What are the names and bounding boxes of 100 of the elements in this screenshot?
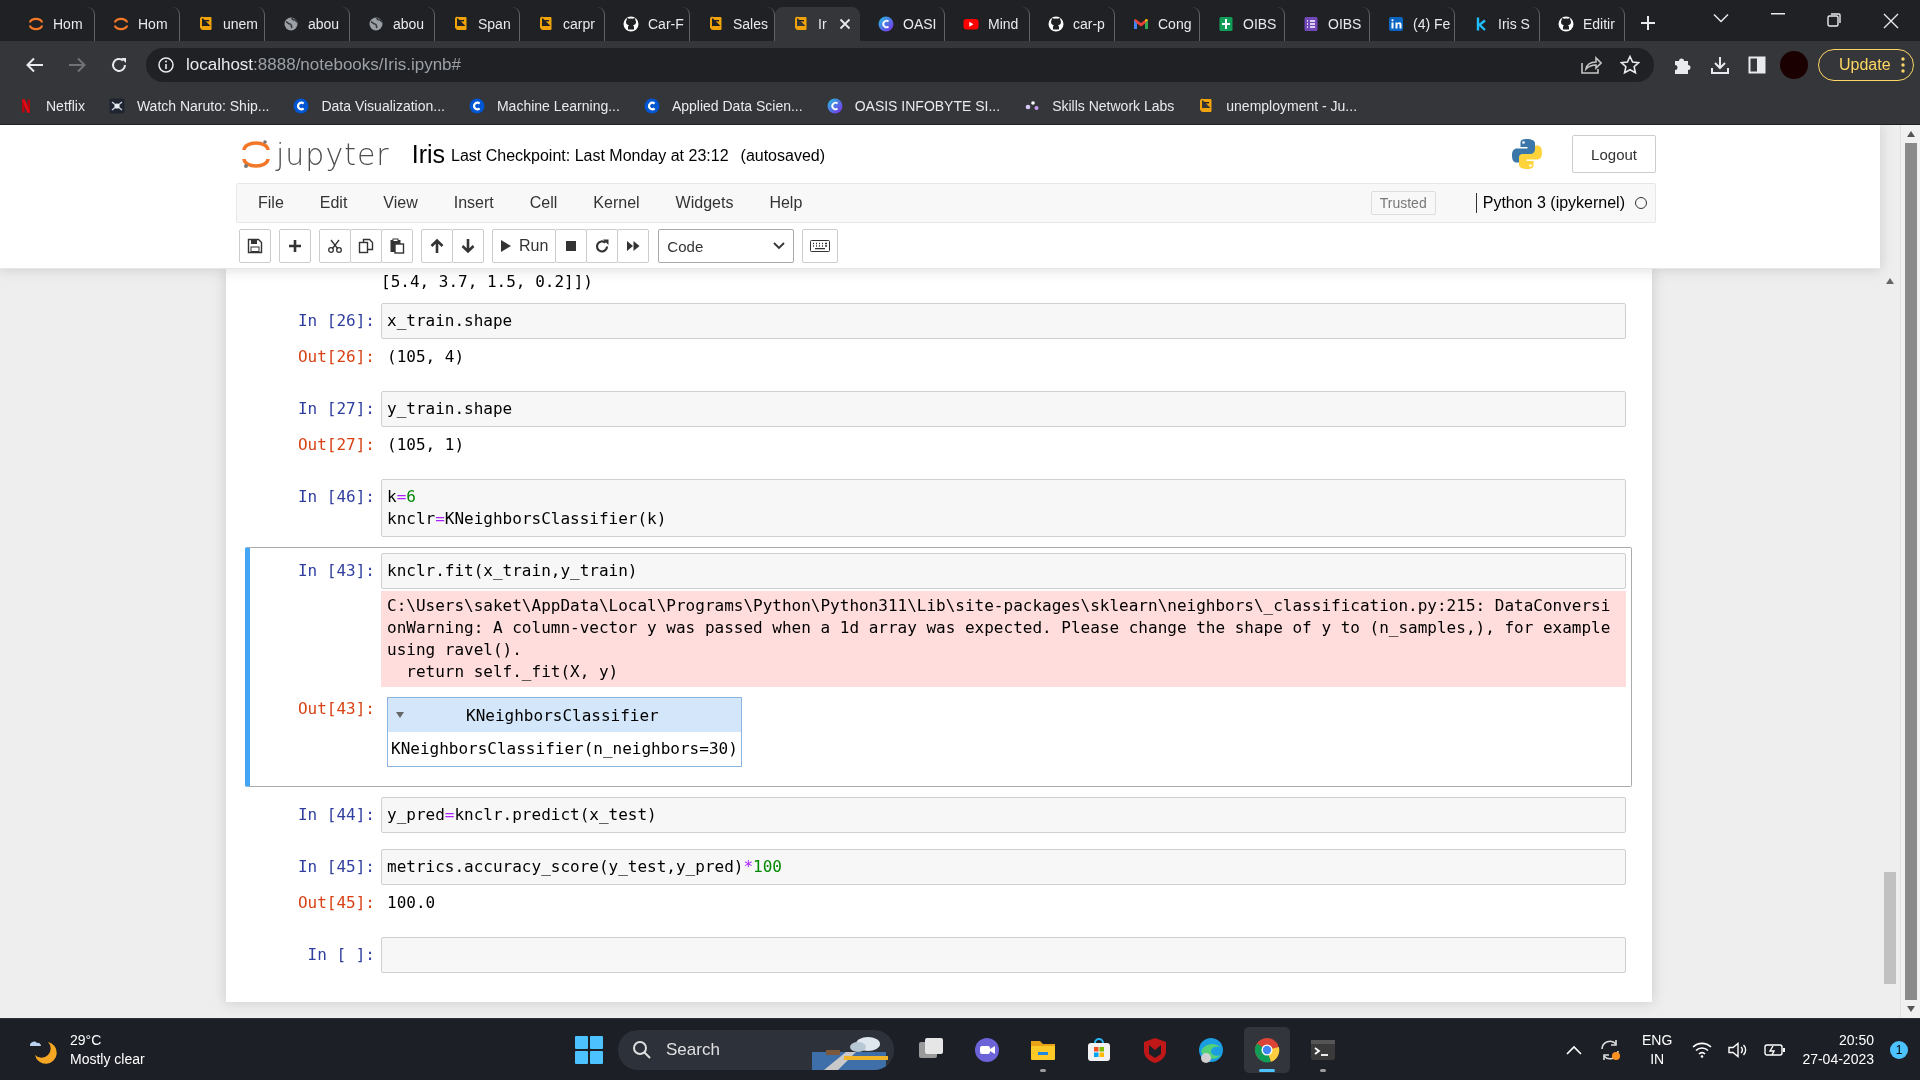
taskbar-app-button[interactable] [1244,1026,1290,1073]
notebook-cell[interactable]: In [27]: y_train.shape Out[27]: (105, 1) [245,385,1632,469]
input-prompt: In [43]: [297,561,375,580]
sync-icon[interactable] [1598,1037,1623,1062]
notebook-cell[interactable]: In [45]: metrics.accuracy_score(y_test,y_pred)*100 Out[45]: 100.0 [245,843,1632,927]
code-input[interactable]: k=6 knclr=KNeighborsClassifier(k) [381,479,1626,537]
address-field[interactable]: localhost:8888/notebooks/Iris.ipynb# [146,47,1654,82]
reload-icon[interactable] [110,55,128,74]
clock[interactable]: 20:50 27-04-2023 [1802,1030,1874,1069]
swirl-icon [113,16,129,32]
bookmark[interactable]: unemployment - Ju... [1198,98,1358,114]
book-icon [708,16,724,32]
envelope-icon [1133,16,1149,32]
bookmark[interactable]: Data Visualization... [293,98,445,114]
back-arrow-icon[interactable] [26,56,44,73]
input-language[interactable]: ENG IN [1642,1030,1673,1069]
widget-header[interactable]: KNeighborsClassifier [388,698,741,732]
fast-forward-icon [625,238,642,254]
code-input[interactable]: knclr.fit(x_train,y_train) [381,553,1626,589]
code-input[interactable]: x_train.shape [381,303,1626,339]
save-button[interactable] [239,229,271,263]
bookmark[interactable]: OASIS INFOBYTE SI... [826,98,1001,114]
speaker-icon[interactable] [1728,1041,1749,1058]
copy-button[interactable] [350,229,382,263]
code-input[interactable] [381,937,1626,973]
notebook-cell[interactable]: In [26]: x_train.shape Out[26]: (105, 4) [245,297,1632,381]
scroll-down-arrow-icon[interactable] [1906,1006,1915,1012]
logout-button[interactable]: Logout [1572,135,1656,173]
swirl-logo-icon[interactable] [242,138,270,170]
update-button[interactable]: Update [1818,48,1914,81]
notebook-cell[interactable]: In [44]: y_pred=knclr.predict(x_test) [245,791,1632,839]
code-input[interactable]: y_train.shape [381,391,1626,427]
close-icon[interactable] [1883,12,1899,29]
download-icon[interactable] [1710,54,1730,75]
bookmark[interactable]: Watch Naruto: Ship... [108,98,270,114]
scroll-up-arrow-icon[interactable] [1886,278,1894,284]
scrollbar-thumb[interactable] [1884,872,1896,984]
minimize-icon[interactable] [1771,12,1785,15]
menu-item[interactable]: Insert [438,194,515,212]
input-prompt: In [26]: [297,311,375,330]
run-all-button[interactable] [617,229,650,263]
menu-item[interactable]: Widgets [660,194,755,212]
bookmark[interactable]: Netflix [18,98,85,114]
notebook-cell[interactable]: In [46]: k=6 knclr=KNeighborsClassifier(k) [245,473,1632,543]
cut-button[interactable] [319,229,351,263]
code-input[interactable]: metrics.accuracy_score(y_test,y_pred)*100 [381,849,1626,885]
c-circle-icon [878,16,894,32]
interrupt-button[interactable] [555,229,588,263]
chevron-down-icon[interactable] [1713,12,1729,23]
insert-cell-button[interactable] [279,229,311,263]
copy-icon [358,238,374,254]
bookmark[interactable]: Machine Learning... [468,98,620,114]
menu-item[interactable]: File [243,194,305,212]
menu-item[interactable]: Cell [514,194,579,212]
tri-color-circle-icon[interactable] [1253,1035,1281,1064]
scroll-up-arrow-icon[interactable] [1906,131,1915,137]
restore-icon[interactable] [1827,12,1841,27]
command-palette-button[interactable] [802,229,839,263]
output-prompt: Out[45]: [297,893,375,912]
wifi-icon[interactable] [1692,1041,1713,1058]
notebook-cell[interactable]: In [ ]: [245,931,1632,979]
menu-item[interactable]: Kernel [578,194,661,212]
wave-circle-icon[interactable] [1197,1035,1225,1064]
close-icon[interactable] [839,18,851,30]
restart-button[interactable] [586,229,619,263]
move-down-button[interactable] [452,229,484,263]
battery-icon[interactable] [1764,1042,1787,1057]
menu-item[interactable]: Edit [304,194,369,212]
book-icon [453,16,469,32]
c-circle-icon [468,98,485,114]
share-icon[interactable] [1580,54,1602,75]
scissors-icon [327,238,343,254]
start-grid-icon[interactable] [574,1034,604,1065]
kernel-name[interactable]: Python 3 (ipykernel) [1475,193,1625,213]
notebook-title[interactable]: Iris [411,139,446,169]
code-input[interactable]: y_pred=knclr.predict(x_test) [381,797,1626,833]
restart-icon [594,238,611,254]
menu-item[interactable]: Help [754,194,824,212]
video-chat-icon[interactable] [973,1035,1001,1064]
book-icon [793,16,809,32]
trusted-indicator[interactable]: Trusted [1370,191,1436,215]
notebook-cell[interactable] [245,547,1632,787]
side-panel-icon[interactable] [1748,55,1766,74]
scrollbar-thumb[interactable] [1904,143,1917,1000]
browser-tab[interactable]: Ir [775,7,860,41]
paste-button[interactable] [381,229,413,263]
chevron-up-icon[interactable] [1566,1044,1583,1055]
plus-icon[interactable] [1639,13,1657,32]
menu-item[interactable]: View [368,194,439,212]
run-button[interactable]: Run [492,229,557,263]
bookmark[interactable]: Applied Data Scien... [643,98,803,114]
move-up-button[interactable] [421,229,453,263]
bookmark[interactable]: Skills Network Labs [1024,98,1175,114]
save-icon [247,238,263,254]
weather-condition: Mostly clear [70,1049,145,1069]
notification-badge[interactable]: 1 [1890,1040,1908,1059]
star-icon[interactable] [1620,54,1640,75]
shopping-bag-icon[interactable] [1085,1035,1113,1064]
cell-type-dropdown[interactable]: Code [658,229,795,263]
shield-icon[interactable] [1141,1035,1169,1064]
